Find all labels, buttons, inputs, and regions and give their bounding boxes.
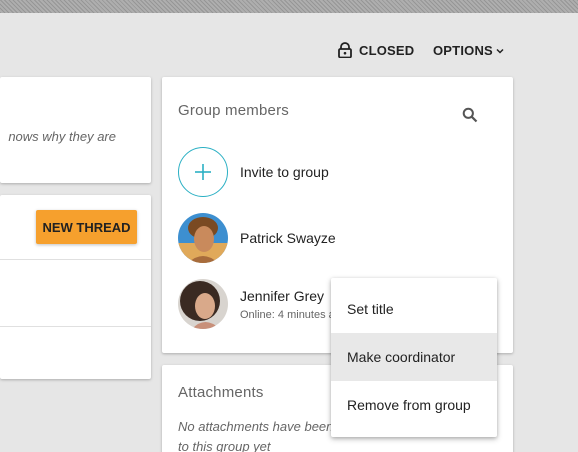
top-bar: CLOSED OPTIONS bbox=[0, 13, 578, 77]
menu-item-set-title[interactable]: Set title bbox=[331, 285, 497, 333]
threads-card: NEW THREAD bbox=[0, 195, 151, 379]
chevron-down-icon bbox=[496, 48, 504, 54]
menu-item-make-coordinator[interactable]: Make coordinator bbox=[331, 333, 497, 381]
group-description-card: nows why they are bbox=[0, 77, 151, 183]
search-icon[interactable] bbox=[462, 107, 478, 123]
avatar bbox=[178, 213, 228, 263]
invite-label: Invite to group bbox=[240, 164, 329, 180]
options-button[interactable]: OPTIONS bbox=[433, 40, 504, 60]
header-texture bbox=[0, 0, 578, 13]
invite-to-group-row[interactable]: Invite to group bbox=[178, 147, 329, 197]
plus-icon bbox=[195, 164, 211, 180]
menu-item-remove-from-group[interactable]: Remove from group bbox=[331, 381, 497, 429]
member-context-menu: Set title Make coordinator Remove from g… bbox=[331, 278, 497, 437]
attachments-title: Attachments bbox=[178, 384, 264, 401]
lock-icon bbox=[338, 42, 352, 58]
group-members-title: Group members bbox=[178, 102, 289, 119]
closed-label: CLOSED bbox=[359, 42, 415, 58]
member-name: Patrick Swayze bbox=[240, 230, 336, 246]
member-row[interactable]: Patrick Swayze bbox=[178, 213, 336, 263]
group-description-text: nows why they are bbox=[8, 129, 116, 144]
member-row[interactable]: Jennifer Grey Online: 4 minutes ago bbox=[178, 279, 347, 329]
avatar bbox=[178, 279, 228, 329]
invite-button[interactable] bbox=[178, 147, 228, 197]
options-label: OPTIONS bbox=[433, 42, 493, 58]
closed-button[interactable]: CLOSED bbox=[338, 40, 414, 60]
divider bbox=[0, 259, 151, 260]
divider bbox=[0, 326, 151, 327]
new-thread-button[interactable]: NEW THREAD bbox=[36, 210, 137, 244]
